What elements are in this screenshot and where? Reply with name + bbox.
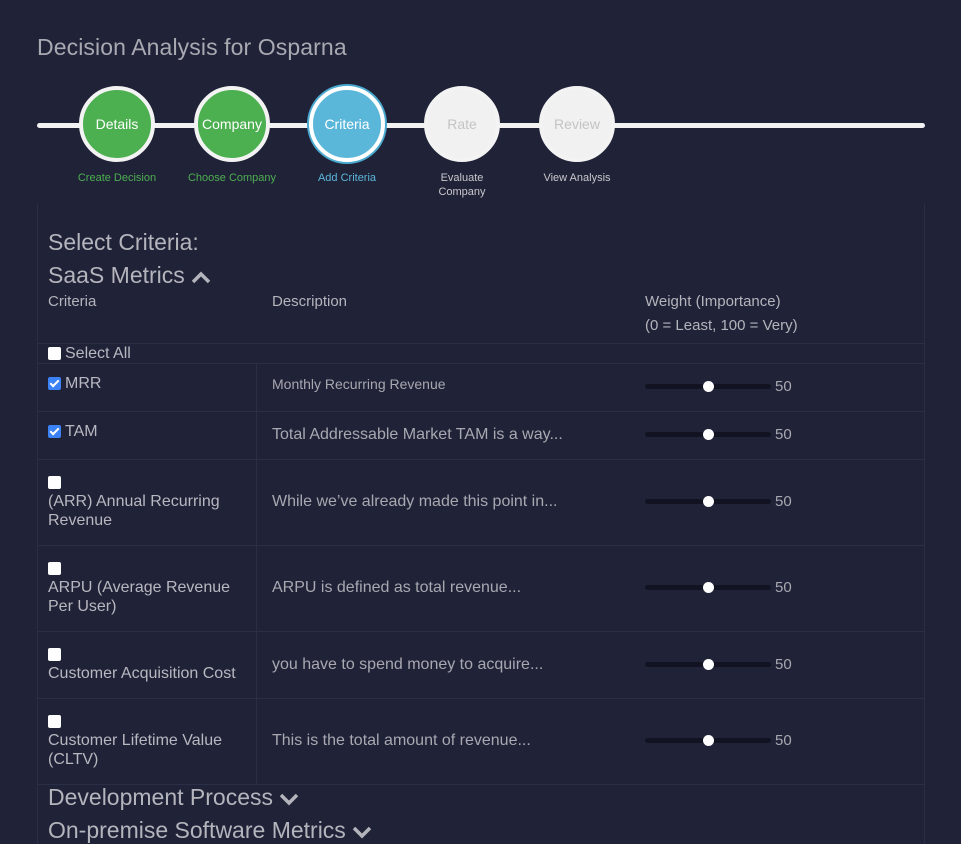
row-divider [37, 698, 925, 699]
criteria-name: Customer Acquisition Cost [48, 665, 236, 682]
weight-slider[interactable] [645, 429, 771, 440]
criteria-row-cac[interactable]: Customer Acquisition Cost [48, 645, 258, 683]
column-header-description: Description [272, 293, 348, 310]
criteria-description: While we’ve already made this point in..… [272, 493, 558, 510]
criteria-name: MRR [65, 375, 102, 392]
criteria-name: ARPU (Average Revenue Per User) [48, 579, 231, 615]
criteria-checkbox[interactable] [48, 476, 61, 490]
chevron-down-icon [279, 785, 299, 812]
weight-slider[interactable] [645, 381, 771, 392]
criteria-checkbox[interactable] [48, 648, 61, 662]
criteria-description: Total Addressable Market TAM is a way... [272, 426, 563, 443]
column-header-criteria: Criteria [48, 293, 97, 310]
weight-value: 50 [775, 656, 792, 673]
step-circle[interactable]: Criteria [309, 86, 385, 162]
slider-thumb[interactable] [702, 659, 714, 670]
weight-slider[interactable] [645, 582, 771, 593]
chevron-down-icon [352, 818, 372, 844]
step-label: Evaluate Company [438, 172, 486, 198]
step-circle[interactable]: Rate [424, 86, 500, 162]
step-rate[interactable]: Rate Evaluate Company [424, 86, 500, 199]
step-circle[interactable]: Company [194, 86, 270, 162]
select-criteria-heading: Select Criteria: [48, 229, 199, 255]
select-all-label: Select All [65, 345, 131, 362]
step-label: Create Decision [77, 172, 157, 184]
row-divider [37, 363, 925, 364]
step-circle[interactable]: Review [539, 86, 615, 162]
column-header-weight-scale: (0 = Least, 100 = Very) [645, 317, 798, 334]
step-review[interactable]: Review View Analysis [539, 86, 615, 185]
group-name: On-premise Software Metrics [48, 817, 346, 843]
step-circle[interactable]: Details [79, 86, 155, 162]
group-name: Development Process [48, 784, 273, 810]
slider-thumb[interactable] [702, 429, 714, 440]
criteria-name: (ARR) Annual Recurring Revenue [48, 493, 220, 529]
slider-thumb[interactable] [702, 582, 714, 593]
row-divider [37, 411, 925, 412]
weight-slider[interactable] [645, 735, 771, 746]
criteria-checkbox[interactable] [48, 562, 61, 576]
criteria-description: Monthly Recurring Revenue [272, 376, 446, 392]
criteria-description: you have to spend money to acquire... [272, 656, 544, 673]
weight-value: 50 [775, 378, 792, 395]
criteria-row-mrr[interactable]: MRR [48, 374, 248, 393]
group-toggle-development-process[interactable]: Development Process [48, 784, 299, 812]
criteria-description: ARPU is defined as total revenue... [272, 579, 522, 596]
slider-thumb[interactable] [702, 381, 714, 392]
step-company[interactable]: Company Choose Company [188, 86, 276, 185]
criteria-checkbox[interactable] [48, 425, 61, 439]
row-divider [37, 631, 925, 632]
criteria-description: This is the total amount of revenue... [272, 732, 531, 749]
row-divider [37, 459, 925, 460]
criteria-checkbox[interactable] [48, 377, 61, 391]
chevron-up-icon [191, 263, 211, 290]
group-toggle-on-premise-software-metrics[interactable]: On-premise Software Metrics [48, 817, 372, 844]
progress-stepper: Details Create Decision Company Choose C… [37, 86, 925, 206]
step-label: Choose Company [187, 172, 277, 184]
step-label: Add Criteria [317, 172, 377, 184]
weight-value: 50 [775, 493, 792, 510]
row-divider [37, 545, 925, 546]
weight-slider[interactable] [645, 496, 771, 507]
criteria-row-arr[interactable]: (ARR) Annual Recurring Revenue [48, 473, 248, 530]
step-details[interactable]: Details Create Decision [78, 86, 156, 185]
criteria-checkbox[interactable] [48, 715, 61, 729]
group-name: SaaS Metrics [48, 262, 185, 288]
select-all-row[interactable]: Select All [48, 344, 248, 363]
select-all-checkbox[interactable] [48, 347, 61, 361]
criteria-row-arpu[interactable]: ARPU (Average Revenue Per User) [48, 559, 248, 616]
slider-thumb[interactable] [702, 496, 714, 507]
slider-thumb[interactable] [702, 735, 714, 746]
step-criteria[interactable]: Criteria Add Criteria [309, 86, 385, 185]
weight-value: 50 [775, 732, 792, 749]
criteria-name: Customer Lifetime Value (CLTV) [48, 732, 222, 768]
step-label: View Analysis [543, 172, 611, 184]
criteria-row-cltv[interactable]: Customer Lifetime Value (CLTV) [48, 712, 248, 769]
criteria-row-tam[interactable]: TAM [48, 422, 248, 441]
column-divider [256, 363, 257, 784]
criteria-name: TAM [65, 423, 98, 440]
weight-value: 50 [775, 579, 792, 596]
weight-slider[interactable] [645, 659, 771, 670]
page-title: Decision Analysis for Osparna [37, 34, 347, 60]
group-toggle-saas-metrics[interactable]: SaaS Metrics [48, 262, 211, 290]
column-header-weight: Weight (Importance) [645, 293, 781, 310]
weight-value: 50 [775, 426, 792, 443]
